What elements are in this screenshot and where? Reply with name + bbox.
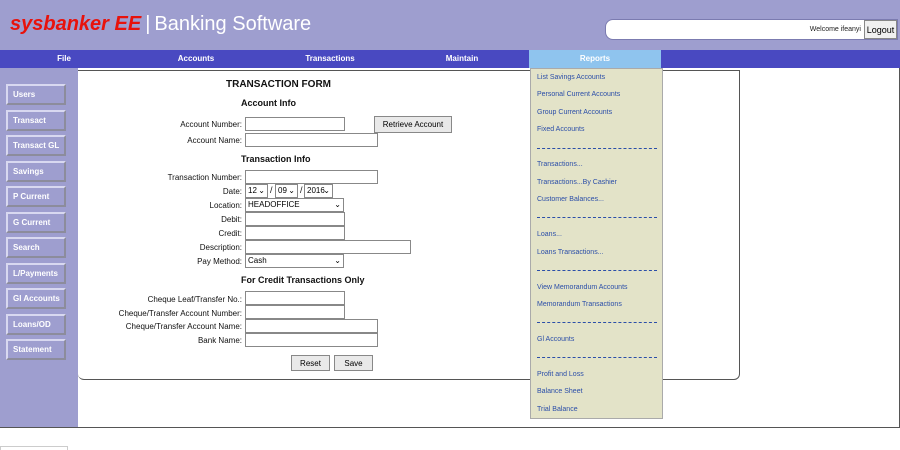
sidebar-item-transact-gl[interactable]: Transact GL [6,135,66,156]
menu-item-customer-balances[interactable]: Customer Balances... [537,196,604,203]
menu-separator [537,148,657,149]
account-number-input[interactable] [245,117,345,131]
sidebar-item-gl-accounts[interactable]: Gl Accounts [6,288,66,309]
app-header: sysbanker EE | Banking Software Welcome if… [0,0,900,50]
cheque-leaf-label: Cheque Leaf/Transfer No.: [147,295,242,304]
description-label: Description: [199,243,242,252]
account-name-input[interactable] [245,133,378,147]
menu-item-loans[interactable]: Loans... [537,231,562,238]
sidebar-item-users[interactable]: Users [6,84,66,105]
welcome-text: Welcome ifeanyi [809,26,861,33]
menu-separator [537,357,657,358]
brand-separator: | [145,13,151,35]
date-day-select[interactable]: 12 ⌄ [245,184,268,198]
date-separator: / [300,185,303,195]
menu-separator [537,322,657,323]
cheque-account-number-label: Cheque/Transfer Account Number: [118,309,242,318]
menu-item-transactions-by-cashier[interactable]: Transactions...By Cashier [537,179,617,186]
sidebar-item-savings[interactable]: Savings [6,161,66,182]
menu-item-transactions[interactable]: Transactions... [537,161,583,168]
sidebar-item-transact[interactable]: Transact [6,110,66,131]
credit-only-title: For Credit Transactions Only [241,275,365,285]
sidebar-item-g-current[interactable]: G Current [6,212,66,233]
brand-name: sysbanker EE [10,13,142,35]
sidebar: Users Transact Transact GL Savings P Cur… [0,68,78,428]
date-label: Date: [222,187,242,196]
description-input[interactable] [245,240,411,254]
account-number-label: Account Number: [180,120,242,129]
transaction-info-title: Transaction Info [241,154,311,164]
menu-separator [537,270,657,271]
nav-transactions[interactable]: Transactions [264,50,396,68]
date-month-select[interactable]: 09 ⌄ [275,184,298,198]
nav-maintain[interactable]: Maintain [396,50,528,68]
menu-item-profit-and-loss[interactable]: Profit and Loss [537,371,584,378]
transaction-number-input[interactable] [245,170,378,184]
date-separator: / [270,185,273,195]
chevron-down-icon: ⌄ [288,186,295,195]
menu-item-balance-sheet[interactable]: Balance Sheet [537,388,583,395]
debit-label: Debit: [221,215,242,224]
menu-item-memorandum-transactions[interactable]: Memorandum Transactions [537,301,622,308]
menu-item-trial-balance[interactable]: Trial Balance [537,406,578,413]
nav-accounts[interactable]: Accounts [128,50,264,68]
nav-file[interactable]: File [0,50,128,68]
form-title: TRANSACTION FORM [226,79,331,90]
bank-name-input[interactable] [245,333,378,347]
menu-item-view-memorandum-accounts[interactable]: View Memorandum Accounts [537,284,628,291]
menu-item-gl-accounts[interactable]: Gl Accounts [537,336,574,343]
menu-item-list-savings-accounts[interactable]: List Savings Accounts [537,74,605,81]
content-bottom-border [0,427,900,428]
chevron-down-icon: ⌄ [323,186,330,195]
location-select[interactable]: HEADOFFICE ⌄ [245,198,344,212]
account-name-label: Account Name: [187,136,242,145]
transaction-number-label: Transaction Number: [167,173,242,182]
sidebar-item-statement[interactable]: Statement [6,339,66,360]
menu-item-fixed-accounts[interactable]: Fixed Accounts [537,126,584,133]
account-info-title: Account Info [241,98,296,108]
retrieve-account-button[interactable]: Retrieve Account [374,116,452,133]
cheque-account-name-label: Cheque/Transfer Account Name: [125,322,242,331]
bank-name-label: Bank Name: [197,336,242,345]
debit-input[interactable] [245,212,345,226]
sidebar-item-p-current[interactable]: P Current [6,186,66,207]
pay-method-label: Pay Method: [197,257,242,266]
app-logo: sysbanker EE | Banking Software [10,13,311,36]
user-bar: Welcome ifeanyi Logout [605,19,898,40]
pay-method-select[interactable]: Cash ⌄ [245,254,344,268]
menu-item-group-current-accounts[interactable]: Group Current Accounts [537,109,612,116]
app-title: Banking Software [154,13,312,35]
credit-input[interactable] [245,226,345,240]
reports-dropdown-menu: List Savings Accounts Personal Current A… [530,68,663,419]
logout-button[interactable]: Logout [864,20,897,39]
sidebar-item-l-payments[interactable]: L/Payments [6,263,66,284]
save-button[interactable]: Save [334,355,373,371]
sidebar-item-loans-od[interactable]: Loans/OD [6,314,66,335]
cheque-account-name-input[interactable] [245,319,378,333]
nav-reports[interactable]: Reports [529,50,661,68]
chevron-down-icon: ⌄ [258,186,265,195]
reset-button[interactable]: Reset [291,355,330,371]
chevron-down-icon: ⌄ [334,200,341,209]
chevron-down-icon: ⌄ [334,256,341,265]
menu-item-loans-transactions[interactable]: Loans Transactions... [537,249,604,256]
status-stub [0,446,68,450]
sidebar-item-search[interactable]: Search [6,237,66,258]
main-nav: File Accounts Transactions Maintain Repo… [0,50,900,68]
date-year-select[interactable]: 2016 ⌄ [304,184,333,198]
menu-item-personal-current-accounts[interactable]: Personal Current Accounts [537,91,620,98]
cheque-account-number-input[interactable] [245,305,345,319]
credit-label: Credit: [218,229,242,238]
location-label: Location: [209,201,242,210]
cheque-leaf-input[interactable] [245,291,345,305]
menu-separator [537,217,657,218]
